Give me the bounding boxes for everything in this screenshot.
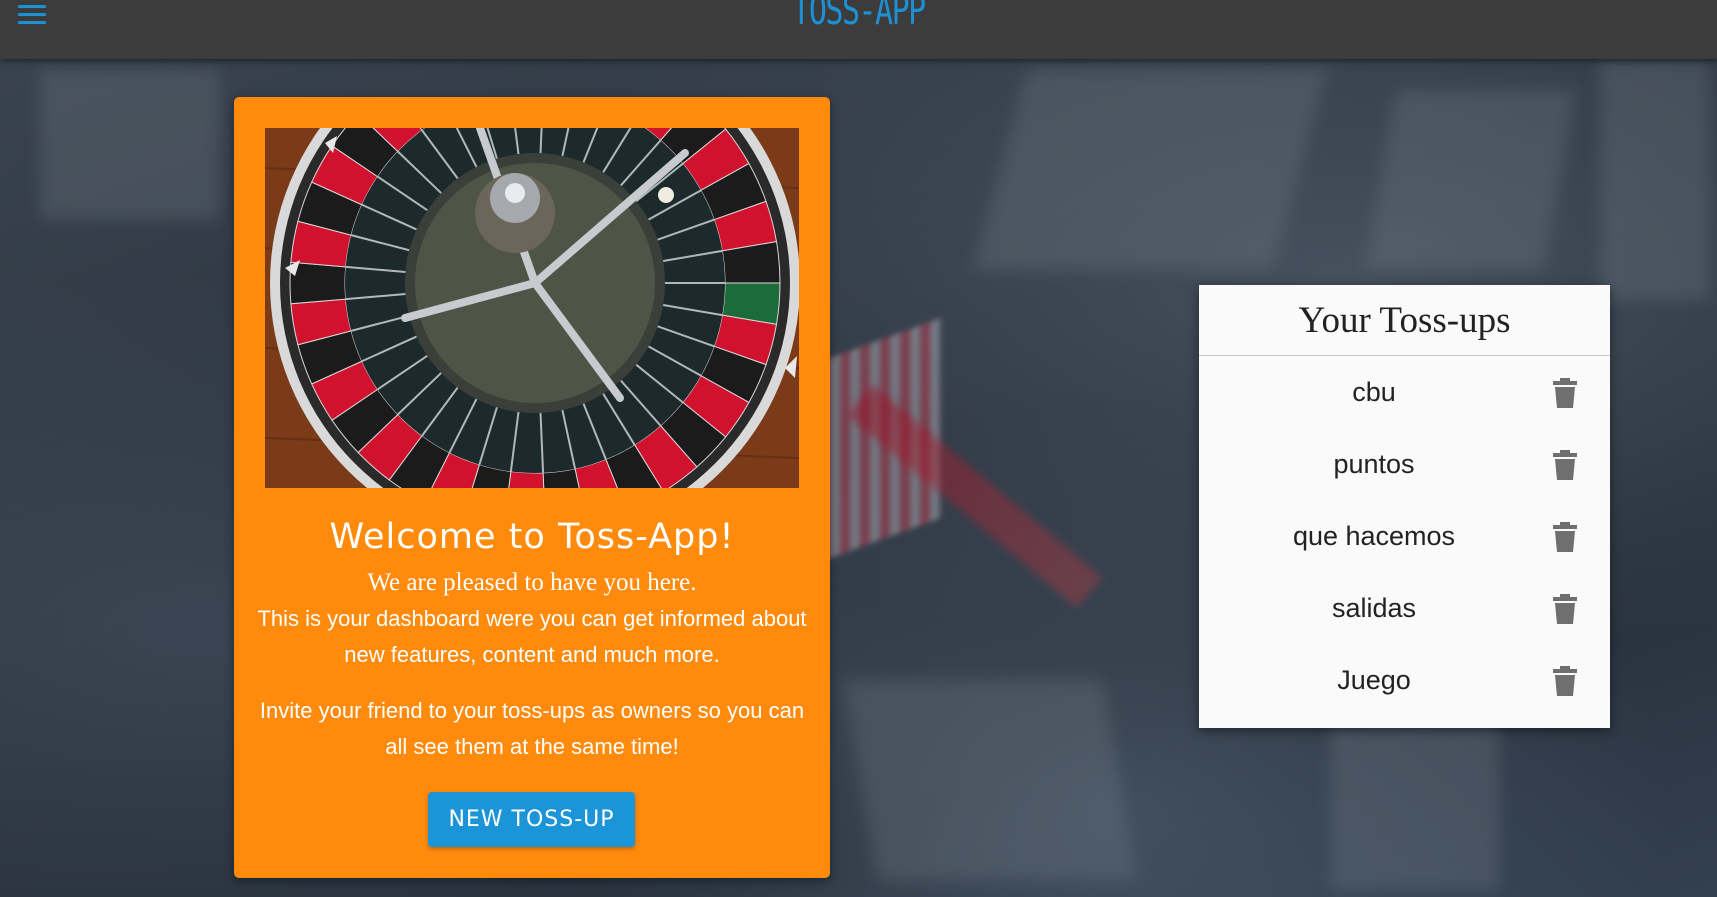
- toss-up-label[interactable]: salidas: [1199, 572, 1549, 644]
- welcome-title: Welcome to Toss-App!: [329, 517, 735, 557]
- toss-up-label[interactable]: puntos: [1199, 428, 1549, 500]
- toss-up-item[interactable]: cbu: [1199, 356, 1610, 428]
- new-toss-up-button[interactable]: NEW TOSS-UP: [428, 792, 635, 847]
- toss-up-label[interactable]: que hacemos: [1199, 500, 1549, 572]
- welcome-text-dashboard: This is your dashboard were you can get …: [257, 606, 807, 667]
- toss-up-item[interactable]: puntos: [1199, 428, 1610, 500]
- toss-up-item[interactable]: Juego: [1199, 644, 1610, 716]
- trash-icon[interactable]: [1552, 378, 1578, 408]
- trash-icon[interactable]: [1552, 594, 1578, 624]
- trash-icon[interactable]: [1552, 666, 1578, 696]
- toss-ups-title: Your Toss-ups: [1199, 285, 1610, 356]
- roulette-wheel-graphic: [265, 128, 799, 488]
- toss-up-label[interactable]: cbu: [1199, 356, 1549, 428]
- hamburger-menu-icon[interactable]: [18, 3, 48, 27]
- trash-icon[interactable]: [1552, 522, 1578, 552]
- trash-icon[interactable]: [1552, 450, 1578, 480]
- toss-ups-panel: Your Toss-ups cbu puntos que hacemos sal…: [1199, 285, 1610, 728]
- top-app-bar: TOSS-APP: [0, 0, 1717, 59]
- toss-up-item[interactable]: salidas: [1199, 572, 1610, 644]
- roulette-image: [265, 128, 799, 488]
- welcome-text-invite: Invite your friend to your toss-ups as o…: [259, 698, 805, 759]
- welcome-card: Welcome to Toss-App! We are pleased to h…: [234, 97, 830, 878]
- welcome-subtitle: We are pleased to have you here.: [367, 569, 697, 596]
- toss-up-item[interactable]: que hacemos: [1199, 500, 1610, 572]
- app-title: TOSS-APP: [792, 0, 926, 34]
- toss-up-label[interactable]: Juego: [1199, 644, 1549, 716]
